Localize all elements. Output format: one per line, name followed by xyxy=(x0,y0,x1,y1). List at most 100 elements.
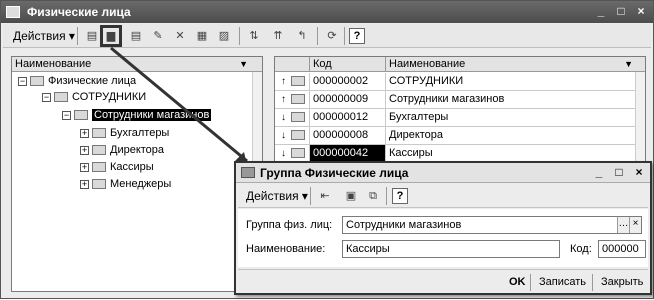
actions-menu-button[interactable]: Действия ▾ xyxy=(9,27,79,45)
folder-icon xyxy=(291,148,305,158)
group-field-value: Сотрудники магазинов xyxy=(346,219,462,231)
minimize-button[interactable]: _ xyxy=(593,4,609,19)
name-field-value: Кассиры xyxy=(346,243,390,255)
dialog-actions-label: Действия xyxy=(246,189,299,203)
expand-icon[interactable]: + xyxy=(80,162,89,172)
name-field[interactable]: Кассиры xyxy=(342,240,560,258)
window-titlebar: Физические лица _ □ × xyxy=(1,1,653,23)
dialog-title: Группа Физические лица xyxy=(260,166,409,180)
toolbar-separator xyxy=(77,27,78,45)
reread-icon[interactable]: ▣ xyxy=(342,187,360,205)
hierarchy-icon[interactable]: ▨ xyxy=(215,27,233,45)
save-button[interactable]: Записать xyxy=(536,274,589,291)
folder-icon xyxy=(30,76,44,87)
dialog-titlebar: Группа Физические лица _ □ × xyxy=(236,163,650,183)
group-dialog: Группа Физические лица _ □ × Действия ▾ … xyxy=(234,161,652,295)
dialog-footer: OK Записать Закрыть xyxy=(238,269,648,293)
maximize-button[interactable]: □ xyxy=(613,4,629,19)
tree-node[interactable]: − Физические лица xyxy=(18,73,136,89)
dialog-close-button[interactable]: × xyxy=(632,165,646,180)
copy-object-icon[interactable]: ⧉ xyxy=(364,187,382,205)
tree-node-label: Сотрудники магазинов xyxy=(92,109,212,121)
save-close-icon[interactable]: ⇤ xyxy=(316,187,334,205)
group-field[interactable]: Сотрудники магазинов … × xyxy=(342,216,642,234)
row-marker-icon: ↑ xyxy=(281,94,286,105)
add-group-icon[interactable]: ▆ xyxy=(100,25,122,47)
toolbar-separator xyxy=(344,27,345,45)
level-down-icon[interactable]: ↰ xyxy=(293,27,311,45)
tree-node-label: Директора xyxy=(110,144,165,156)
clear-field-button[interactable]: × xyxy=(629,217,641,233)
copy-icon[interactable]: ▤ xyxy=(127,27,145,45)
tree-node-label: Бухгалтеры xyxy=(110,127,170,139)
column-header-code[interactable]: Код xyxy=(309,57,385,71)
ok-button[interactable]: OK xyxy=(506,274,529,291)
collapse-icon[interactable]: − xyxy=(42,92,51,102)
toolbar-separator xyxy=(386,187,387,205)
help-icon[interactable]: ? xyxy=(349,28,365,44)
tree-node-selected[interactable]: − Сотрудники магазинов xyxy=(62,107,212,123)
dialog-minimize-button[interactable]: _ xyxy=(592,165,606,180)
folder-icon xyxy=(291,130,305,140)
row-marker-icon: ↑ xyxy=(281,76,286,87)
footer-separator xyxy=(592,274,593,291)
expand-icon[interactable]: + xyxy=(80,179,89,189)
toolbar-separator xyxy=(239,27,240,45)
close-dialog-button[interactable]: Закрыть xyxy=(598,274,646,291)
row-marker-icon: ↓ xyxy=(281,148,286,159)
row-name: Сотрудники магазинов xyxy=(385,91,645,108)
folder-icon xyxy=(54,92,68,103)
folder-icon xyxy=(74,110,88,121)
group-tree[interactable]: Наименование ▼ − Физические лица − СОТРУДН… xyxy=(11,56,263,292)
table-row[interactable]: ↑ 000000002 СОТРУДНИКИ xyxy=(275,73,645,91)
expand-icon[interactable]: + xyxy=(80,128,89,138)
row-code: 000000009 xyxy=(309,91,385,108)
tree-node[interactable]: + Бухгалтеры xyxy=(80,125,169,141)
column-header-name-label: Наименование xyxy=(389,58,466,70)
row-name: Директора xyxy=(385,127,645,144)
dialog-actions-menu-button[interactable]: Действия ▾ xyxy=(242,187,312,205)
expand-icon[interactable]: + xyxy=(80,145,89,155)
dialog-toolbar: Действия ▾ ⇤ ▣ ⧉ ? xyxy=(238,184,648,208)
row-name: СОТРУДНИКИ xyxy=(385,73,645,90)
main-window: Физические лица _ □ × Действия ▾ ▤ ▆ ▤ ✎… xyxy=(0,0,654,299)
collapse-icon[interactable]: − xyxy=(62,110,71,120)
dialog-icon xyxy=(241,167,255,178)
group-field-label: Группа физ. лиц: xyxy=(246,219,333,231)
row-name: Кассиры xyxy=(385,145,645,162)
tree-node[interactable]: + Директора xyxy=(80,142,164,158)
dialog-help-icon[interactable]: ? xyxy=(392,188,408,204)
add-item-icon[interactable]: ▤ xyxy=(83,27,101,45)
tree-node[interactable]: − СОТРУДНИКИ xyxy=(42,89,146,105)
table-row[interactable]: ↑ 000000009 Сотрудники магазинов xyxy=(275,91,645,109)
mark-delete-icon[interactable]: ▦ xyxy=(193,27,211,45)
move-group-icon[interactable]: ⇅ xyxy=(245,27,263,45)
column-header-name[interactable]: Наименование ▼ xyxy=(385,57,645,71)
tree-column-header[interactable]: Наименование ▼ xyxy=(12,57,262,72)
folder-icon xyxy=(291,112,305,122)
row-name: Бухгалтеры xyxy=(385,109,645,126)
edit-icon[interactable]: ✎ xyxy=(149,27,167,45)
toolbar-separator xyxy=(310,187,311,205)
dialog-maximize-button[interactable]: □ xyxy=(612,165,626,180)
code-field-value: 000000 xyxy=(602,243,639,255)
table-row[interactable]: ↓ 000000012 Бухгалтеры xyxy=(275,109,645,127)
table-row[interactable]: ↓ 000000008 Директора xyxy=(275,127,645,145)
folder-icon xyxy=(291,76,305,86)
tree-header-label: Наименование xyxy=(15,58,92,70)
tree-node-label: Физические лица xyxy=(48,75,137,87)
tree-node-label: Кассиры xyxy=(110,161,154,173)
tree-node[interactable]: + Кассиры xyxy=(80,159,154,175)
level-up-icon[interactable]: ⇈ xyxy=(269,27,287,45)
folder-icon xyxy=(92,162,106,173)
tree-node[interactable]: + Менеджеры xyxy=(80,176,171,192)
close-button[interactable]: × xyxy=(633,4,649,19)
folder-icon xyxy=(291,94,305,104)
code-field[interactable]: 000000 xyxy=(598,240,646,258)
delete-icon[interactable]: ✕ xyxy=(171,27,189,45)
row-code: 000000002 xyxy=(309,73,385,90)
row-marker-icon: ↓ xyxy=(281,112,286,123)
select-ellipsis-button[interactable]: … xyxy=(617,217,629,233)
refresh-icon[interactable]: ⟳ xyxy=(323,27,341,45)
collapse-icon[interactable]: − xyxy=(18,76,27,86)
